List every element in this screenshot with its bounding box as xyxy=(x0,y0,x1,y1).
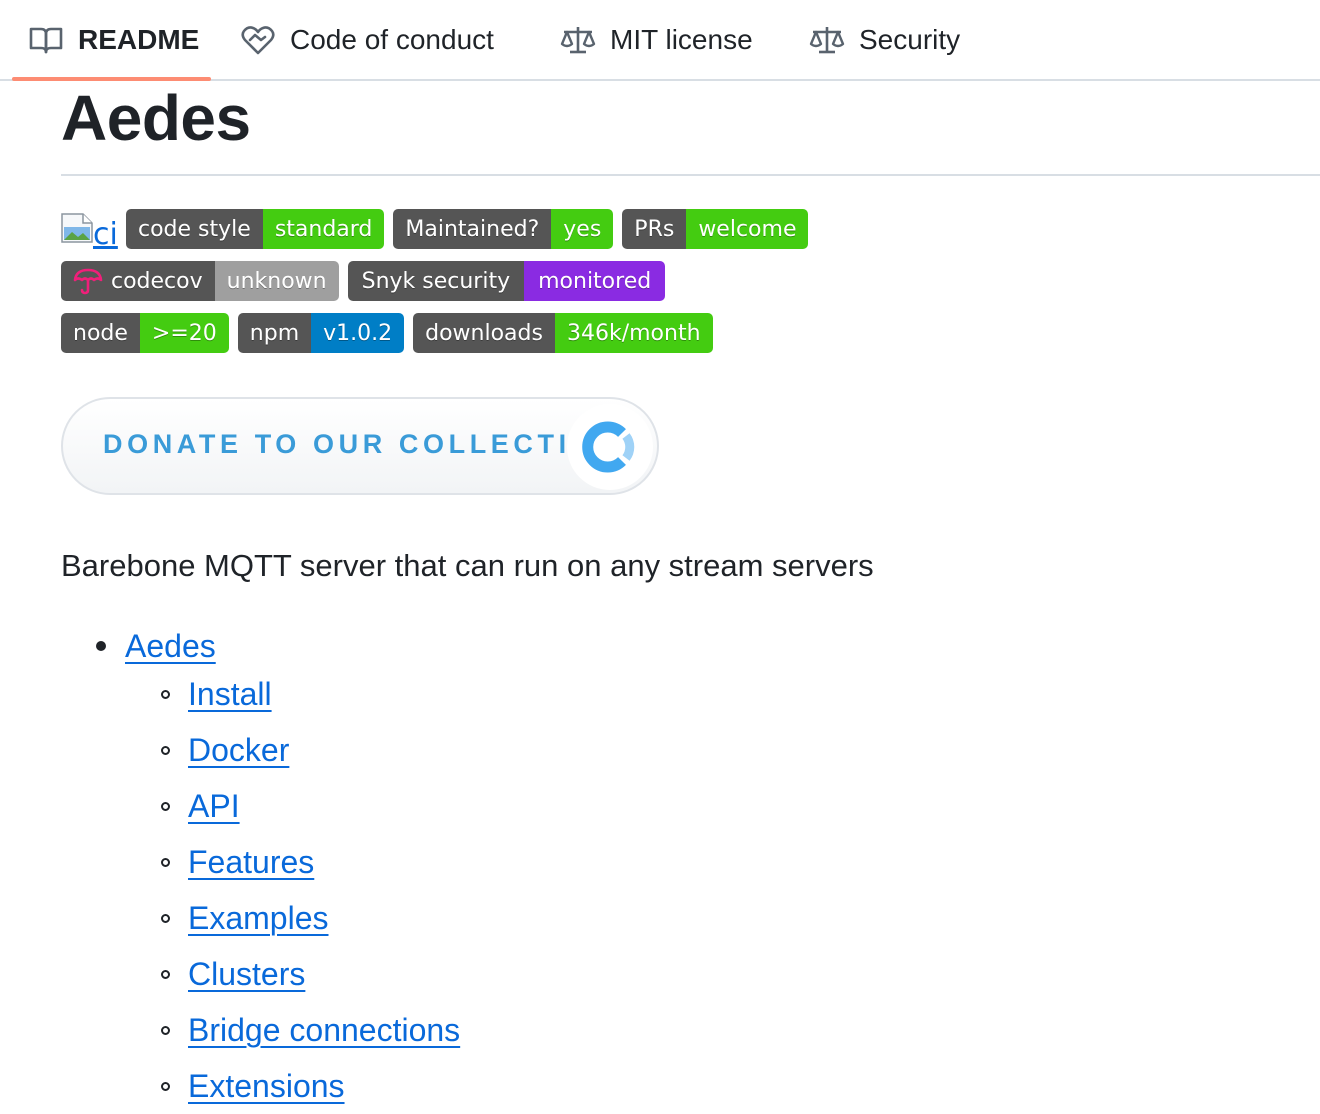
broken-image-icon xyxy=(61,213,93,243)
tab-mit-license-label: MIT license xyxy=(610,23,753,55)
list-bullet xyxy=(161,801,170,811)
tab-mit-license[interactable]: MIT license xyxy=(560,0,753,79)
tab-security[interactable]: Security xyxy=(809,0,960,79)
codecov-umbrella-icon xyxy=(73,268,103,295)
badge-value: standard xyxy=(262,209,385,249)
badge-label: Snyk security xyxy=(347,261,525,301)
toc-link-api[interactable]: API xyxy=(188,788,240,825)
toc-item-bridge-connections: Bridge connections xyxy=(161,1008,460,1052)
code-of-conduct-icon xyxy=(240,22,276,58)
toc-link-install[interactable]: Install xyxy=(188,676,272,713)
badge-value: monitored xyxy=(524,261,666,301)
toc-item-install: Install xyxy=(161,672,272,716)
toc-item-docker: Docker xyxy=(161,728,289,772)
badge-code-style[interactable]: code style standard xyxy=(126,209,385,249)
badge-label: node xyxy=(61,313,140,353)
badge-maintained[interactable]: Maintained? yes xyxy=(393,209,614,249)
donate-collective-button[interactable]: DONATE TO OUR COLLECTIVE xyxy=(61,397,659,495)
list-bullet xyxy=(161,745,170,755)
badge-prs-welcome[interactable]: PRs welcome xyxy=(622,209,809,249)
toc-link-clusters[interactable]: Clusters xyxy=(188,956,305,993)
list-bullet xyxy=(161,1025,170,1035)
list-bullet xyxy=(161,913,170,923)
badge-snyk[interactable]: Snyk security monitored xyxy=(347,261,666,301)
badge-value: >=20 xyxy=(139,313,229,353)
toc-item-aedes: Aedes xyxy=(96,624,216,668)
badge-downloads[interactable]: downloads 346k/month xyxy=(413,313,713,353)
book-icon xyxy=(28,22,64,58)
list-bullet xyxy=(161,689,170,699)
list-bullet xyxy=(96,641,106,651)
badge-value: yes xyxy=(551,209,614,249)
tab-code-of-conduct[interactable]: Code of conduct xyxy=(240,0,494,79)
title-divider xyxy=(61,174,1320,176)
toc-item-extensions: Extensions xyxy=(161,1064,345,1108)
badge-label: Maintained? xyxy=(393,209,552,249)
tab-readme[interactable]: README xyxy=(28,0,199,79)
law-scale-icon xyxy=(809,22,845,58)
tab-code-of-conduct-label: Code of conduct xyxy=(290,23,494,55)
law-scale-icon xyxy=(560,22,596,58)
toc-link-extensions[interactable]: Extensions xyxy=(188,1068,345,1105)
opencollective-logo-icon xyxy=(567,404,653,490)
badge-label: downloads xyxy=(413,313,555,353)
tab-security-label: Security xyxy=(859,23,961,55)
list-bullet xyxy=(161,969,170,979)
toc-link-features[interactable]: Features xyxy=(188,844,314,881)
badge-value: 346k/month xyxy=(554,313,713,353)
badge-node-version[interactable]: node >=20 xyxy=(61,313,229,353)
badge-label: codecov xyxy=(61,261,215,301)
readme-title: Aedes xyxy=(61,82,251,154)
badge-value: v1.0.2 xyxy=(311,313,405,353)
toc-link-aedes[interactable]: Aedes xyxy=(125,628,216,665)
badge-label: PRs xyxy=(622,209,687,249)
badge-label: npm xyxy=(237,313,312,353)
badge-label: code style xyxy=(126,209,263,249)
project-description: Barebone MQTT server that can run on any… xyxy=(61,548,874,583)
ci-badge-alt-text: ci xyxy=(93,217,118,252)
tab-readme-label: README xyxy=(78,23,200,55)
readme-tabs: README Code of conduct MIT license Secur… xyxy=(0,0,1320,81)
ci-badge-broken-image[interactable]: ci xyxy=(61,209,118,252)
badge-row-1: ci code style standard Maintained? yes P… xyxy=(61,209,817,252)
badge-npm-version[interactable]: npm v1.0.2 xyxy=(237,313,405,353)
badge-value: welcome xyxy=(686,209,809,249)
toc-item-api: API xyxy=(161,784,240,828)
toc-item-features: Features xyxy=(161,840,314,884)
badge-row-2: codecov unknown Snyk security monitored xyxy=(61,261,674,301)
badge-row-3: node >=20 npm v1.0.2 downloads 346k/mont… xyxy=(61,313,722,353)
toc-link-docker[interactable]: Docker xyxy=(188,732,289,769)
donate-label: DONATE TO OUR COLLECTIVE xyxy=(103,429,616,459)
list-bullet xyxy=(161,1081,170,1091)
toc-item-examples: Examples xyxy=(161,896,329,940)
badge-value: unknown xyxy=(214,261,339,301)
badge-codecov[interactable]: codecov unknown xyxy=(61,261,339,301)
toc-link-examples[interactable]: Examples xyxy=(188,900,329,937)
toc-link-bridge-connections[interactable]: Bridge connections xyxy=(188,1012,460,1049)
list-bullet xyxy=(161,857,170,867)
badge-label-text: codecov xyxy=(111,268,203,294)
toc-item-clusters: Clusters xyxy=(161,952,305,996)
